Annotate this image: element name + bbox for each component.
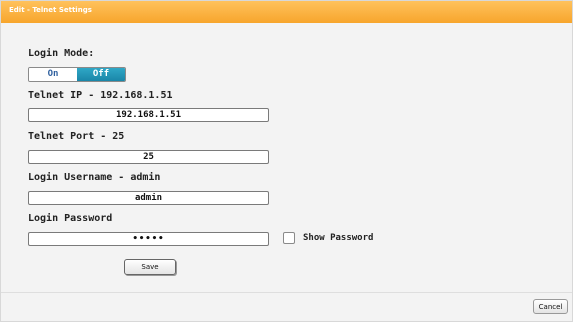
telnet-settings-dialog: Edit - Telnet Settings Login Mode: On Of… — [0, 0, 573, 322]
dialog-title: Edit - Telnet Settings — [9, 6, 92, 14]
show-password-label[interactable]: Show Password — [303, 233, 373, 243]
login-password-input[interactable] — [28, 232, 269, 246]
login-username-label: Login Username - admin — [28, 172, 161, 183]
login-username-input[interactable] — [28, 191, 269, 205]
dialog-title-bar: Edit - Telnet Settings — [1, 1, 572, 23]
show-password-checkbox[interactable] — [283, 232, 295, 244]
cancel-button[interactable]: Cancel — [533, 299, 568, 314]
login-mode-toggle[interactable]: On Off — [28, 67, 126, 82]
login-mode-on-option[interactable]: On — [29, 68, 77, 81]
save-button[interactable]: Save — [124, 259, 176, 275]
login-mode-off-option[interactable]: Off — [77, 68, 125, 81]
telnet-ip-label: Telnet IP - 192.168.1.51 — [28, 90, 173, 101]
telnet-port-label: Telnet Port - 25 — [28, 131, 125, 142]
footer-divider — [1, 292, 572, 293]
telnet-port-input[interactable] — [28, 150, 269, 164]
login-mode-label: Login Mode: — [28, 48, 95, 59]
login-password-label: Login Password — [28, 213, 113, 224]
telnet-ip-input[interactable] — [28, 108, 269, 122]
